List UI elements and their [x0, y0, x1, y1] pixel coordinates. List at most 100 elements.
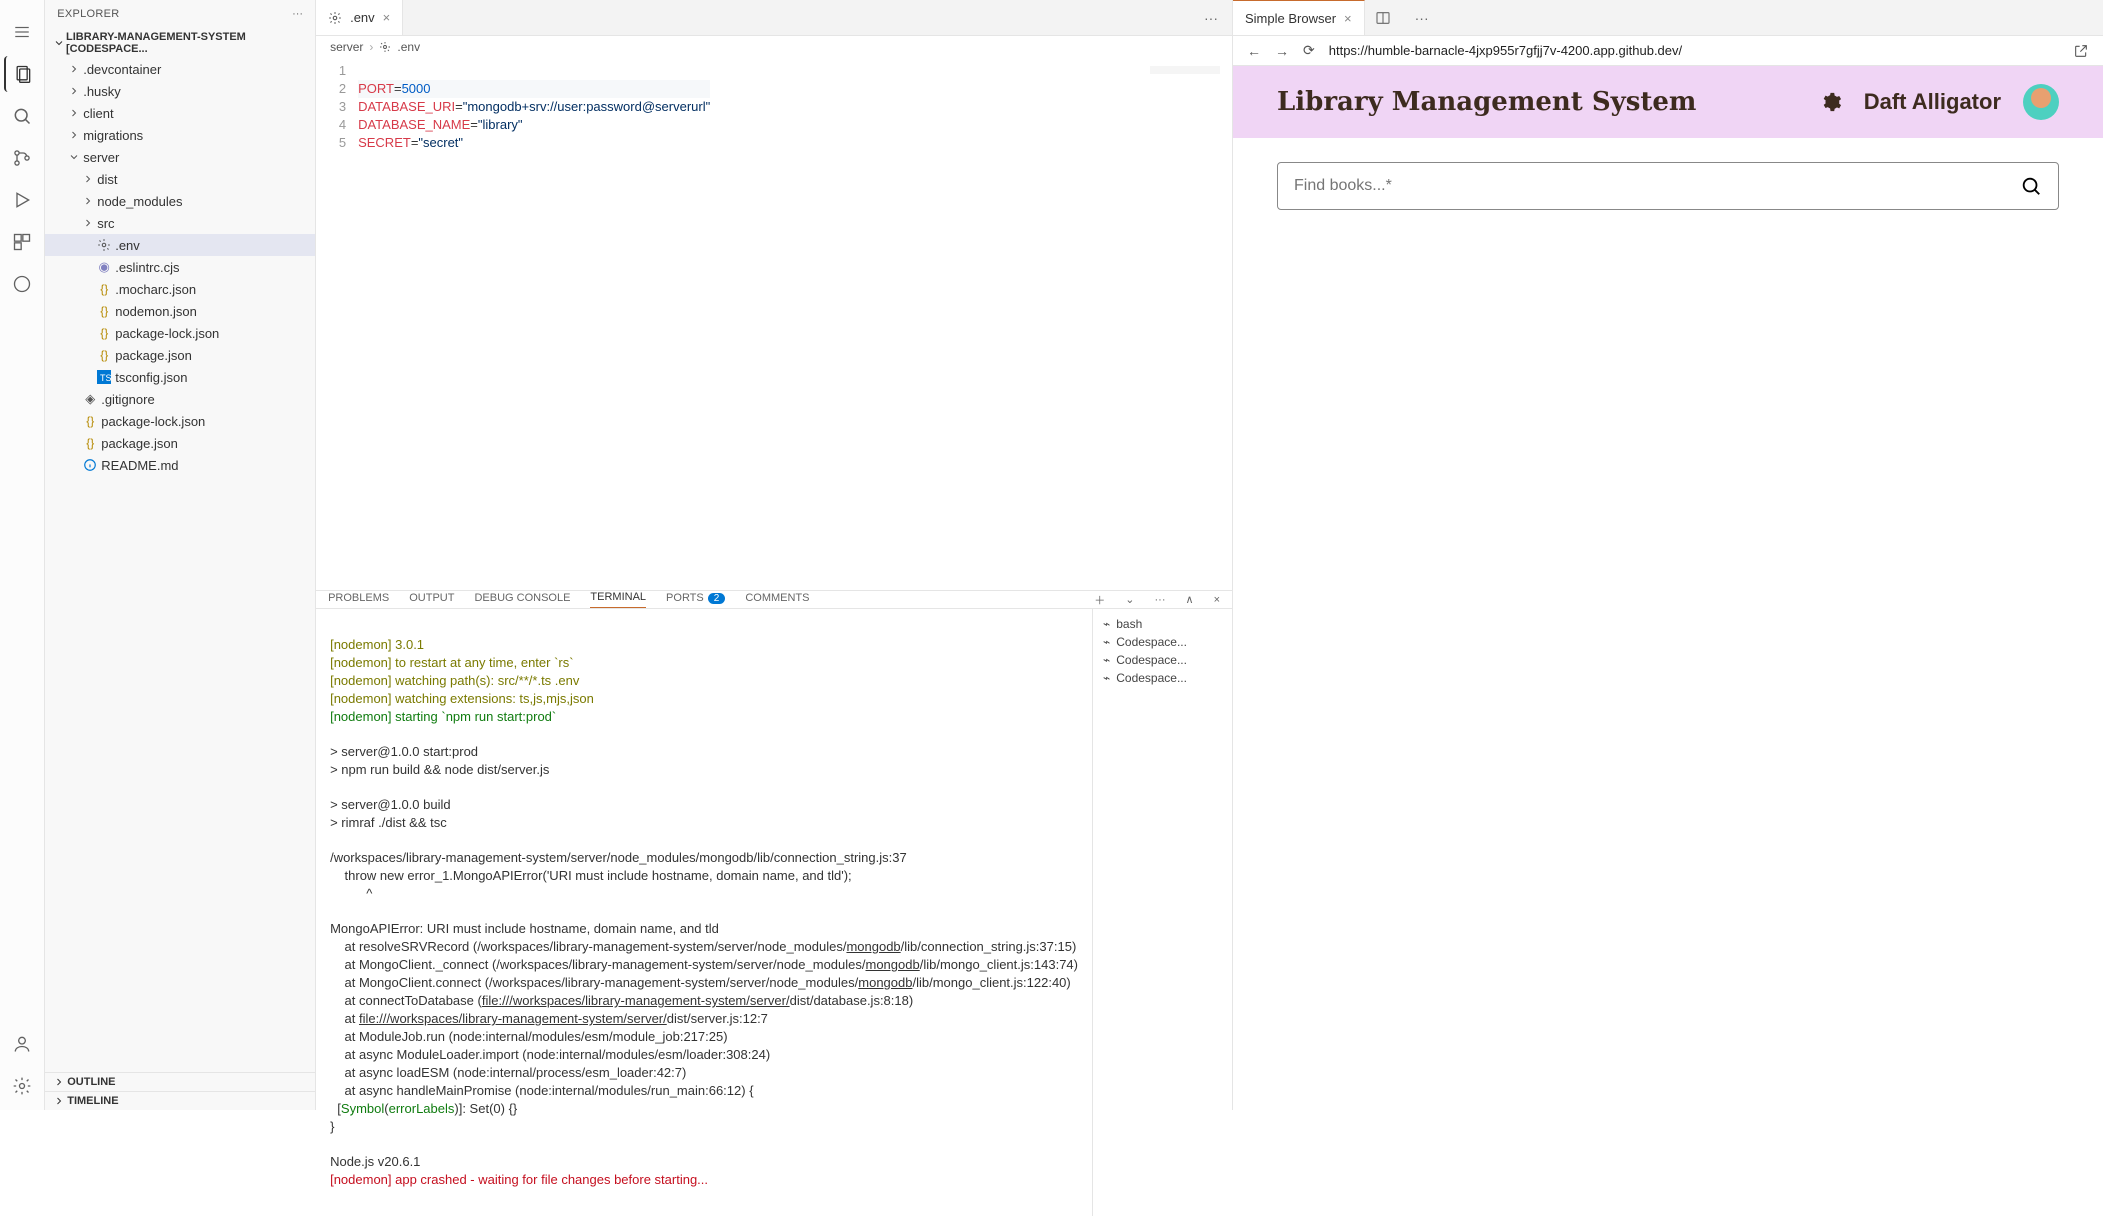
file-item[interactable]: {}package-lock.json — [45, 410, 315, 432]
breadcrumb[interactable]: server › .env — [316, 36, 1232, 58]
file-item[interactable]: .env — [45, 234, 315, 256]
terminal-session[interactable]: ⌁bash — [1099, 615, 1226, 633]
close-icon[interactable]: × — [383, 10, 391, 25]
terminal-session[interactable]: ⌁Codespace... — [1099, 669, 1226, 687]
search-box[interactable] — [1277, 162, 2059, 210]
url-text[interactable]: https://humble-barnacle-4jxp955r7gfjj7v-… — [1329, 43, 2059, 58]
github-icon[interactable] — [4, 266, 40, 302]
project-root[interactable]: LIBRARY-MANAGEMENT-SYSTEM [CODESPACE... — [45, 28, 315, 58]
breadcrumb-env[interactable]: .env — [397, 40, 420, 54]
outline-section[interactable]: OUTLINE — [45, 1072, 315, 1091]
tab-env[interactable]: .env × — [316, 0, 403, 35]
tree-item-label: package.json — [115, 348, 192, 363]
settings-gear-icon[interactable] — [1820, 91, 1842, 113]
timeline-section[interactable]: TIMELINE — [45, 1091, 315, 1110]
file-item[interactable]: ◉.eslintrc.cjs — [45, 256, 315, 278]
simple-browser: Simple Browser × ··· ← → ⟳ https://humbl… — [1233, 0, 2103, 1110]
back-icon[interactable]: ← — [1247, 43, 1261, 59]
folder-item[interactable]: src — [45, 212, 315, 234]
file-item[interactable]: {}package-lock.json — [45, 322, 315, 344]
term-line: > npm run build && node dist/server.js — [330, 762, 549, 777]
code-val: "library" — [478, 117, 523, 132]
code-area[interactable]: PORT=5000 DATABASE_URI="mongodb+srv://us… — [358, 58, 710, 590]
activity-bar — [0, 0, 45, 1110]
terminal-output[interactable]: [nodemon] 3.0.1 [nodemon] to restart at … — [316, 609, 1092, 1216]
tree-item-label: .husky — [83, 84, 121, 99]
breadcrumb-server[interactable]: server — [330, 40, 363, 54]
more-icon[interactable]: ··· — [1401, 10, 1443, 26]
maximize-panel-icon[interactable]: ∧ — [1186, 593, 1194, 606]
settings-gear-icon[interactable] — [4, 1068, 40, 1104]
tab-output[interactable]: OUTPUT — [409, 592, 454, 608]
folder-item[interactable]: dist — [45, 168, 315, 190]
file-item[interactable]: README.md — [45, 454, 315, 476]
username[interactable]: Daft Alligator — [1864, 89, 2001, 115]
gear-icon — [379, 41, 391, 53]
term-line: at async loadESM (node:internal/process/… — [330, 1065, 686, 1080]
file-item[interactable]: TStsconfig.json — [45, 366, 315, 388]
chevron-right-icon — [67, 129, 81, 141]
file-item[interactable]: {}nodemon.json — [45, 300, 315, 322]
terminal-session-label: bash — [1116, 617, 1142, 631]
term-line: MongoAPIError: URI must include hostname… — [330, 921, 719, 936]
code-eq: = — [455, 99, 463, 114]
run-debug-icon[interactable] — [4, 182, 40, 218]
tree-item-label: client — [83, 106, 113, 121]
terminal-session[interactable]: ⌁Codespace... — [1099, 633, 1226, 651]
avatar[interactable] — [2023, 84, 2059, 120]
search-icon[interactable] — [2020, 175, 2042, 197]
file-item[interactable]: {}.mocharc.json — [45, 278, 315, 300]
folder-item[interactable]: .devcontainer — [45, 58, 315, 80]
close-icon[interactable]: × — [1344, 11, 1352, 26]
term-line: at resolveSRVRecord (/workspaces/library… — [330, 939, 1076, 954]
chevron-right-icon — [67, 85, 81, 97]
source-control-icon[interactable] — [4, 140, 40, 176]
tree-item-label: .gitignore — [101, 392, 154, 407]
terminal-icon: ⌁ — [1103, 653, 1110, 667]
search-icon[interactable] — [4, 98, 40, 134]
minimap[interactable] — [1150, 66, 1220, 74]
tab-ports[interactable]: PORTS2 — [666, 592, 725, 608]
tab-comments[interactable]: COMMENTS — [745, 592, 809, 608]
tab-overflow-icon[interactable]: ··· — [1190, 10, 1232, 26]
more-icon[interactable]: ··· — [292, 8, 303, 20]
extensions-icon[interactable] — [4, 224, 40, 260]
folder-item[interactable]: client — [45, 102, 315, 124]
term-line: at async handleMainPromise (node:interna… — [330, 1083, 753, 1098]
folder-item[interactable]: node_modules — [45, 190, 315, 212]
tab-debug-console[interactable]: DEBUG CONSOLE — [474, 592, 570, 608]
folder-item[interactable]: server — [45, 146, 315, 168]
reload-icon[interactable]: ⟳ — [1303, 42, 1315, 59]
code-editor[interactable]: 1 2 3 4 5 PORT=5000 DATABASE_URI="mongod… — [316, 58, 1232, 590]
tab-problems[interactable]: PROBLEMS — [328, 592, 389, 608]
tree-item-label: README.md — [101, 458, 178, 473]
term-line: at MongoClient.connect (/workspaces/libr… — [330, 975, 1071, 990]
sidebar-header: EXPLORER ··· — [45, 0, 315, 28]
explorer-icon[interactable] — [4, 56, 40, 92]
file-item[interactable]: {}package.json — [45, 344, 315, 366]
folder-item[interactable]: migrations — [45, 124, 315, 146]
tree-item-label: .env — [115, 238, 140, 253]
file-item[interactable]: {}package.json — [45, 432, 315, 454]
split-editor-icon[interactable] — [1365, 10, 1401, 26]
line-number: 3 — [316, 98, 346, 116]
terminal-session[interactable]: ⌁Codespace... — [1099, 651, 1226, 669]
search-input[interactable] — [1294, 177, 2020, 195]
close-panel-icon[interactable]: × — [1214, 594, 1220, 606]
accounts-icon[interactable] — [4, 1026, 40, 1062]
new-terminal-icon[interactable]: ＋ — [1094, 592, 1105, 608]
split-terminal-icon[interactable]: ⌄ — [1125, 593, 1134, 606]
term-line: at MongoClient._connect (/workspaces/lib… — [330, 957, 1078, 972]
code-key: DATABASE_URI — [358, 99, 455, 114]
menu-icon[interactable] — [4, 14, 40, 50]
tree-item-label: migrations — [83, 128, 143, 143]
brand-title: Library Management System — [1277, 87, 1696, 117]
file-item[interactable]: ◈.gitignore — [45, 388, 315, 410]
tab-terminal[interactable]: TERMINAL — [590, 591, 646, 608]
forward-icon[interactable]: → — [1275, 43, 1289, 59]
panel-more-icon[interactable]: ··· — [1155, 594, 1166, 606]
open-external-icon[interactable] — [2073, 43, 2089, 59]
folder-item[interactable]: .husky — [45, 80, 315, 102]
address-bar: ← → ⟳ https://humble-barnacle-4jxp955r7g… — [1233, 36, 2103, 66]
tab-simple-browser[interactable]: Simple Browser × — [1233, 0, 1365, 35]
